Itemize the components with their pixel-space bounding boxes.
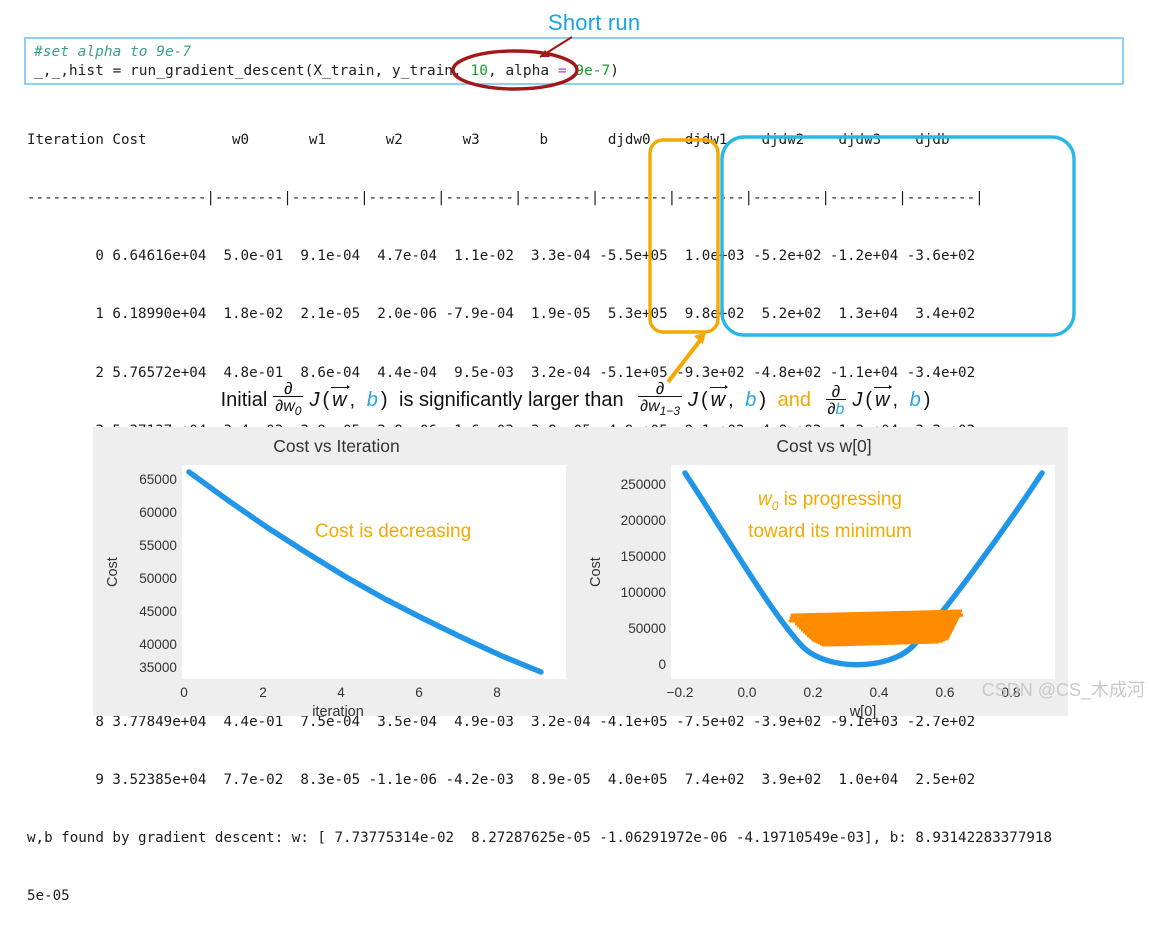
code-alpha-label: , alpha — [487, 63, 558, 79]
paren-open-3: ( — [865, 389, 873, 412]
annotation-row: Initial ∂ ∂w0 J(w, b) is significantly l… — [220, 379, 931, 420]
w0-subscript: 0 — [294, 404, 302, 419]
result-line-1: w,b found by gradient descent: w: [ 7.73… — [27, 830, 1052, 847]
y-tick-left: 40000 — [139, 637, 177, 652]
code-alpha-value: 9e-7 — [566, 63, 611, 79]
note-w0-subscript: 0 — [771, 498, 779, 513]
annotation-lead: Initial — [220, 389, 268, 412]
table-row: 1 6.18990e+04 1.8e-02 2.1e-05 2.0e-06 -7… — [27, 306, 976, 323]
w-vector-3: w — [873, 385, 894, 412]
x-tick-left: 2 — [259, 685, 267, 700]
x-axis-label-right: w[0] — [849, 704, 877, 720]
x-tick-left: 0 — [180, 685, 188, 700]
note-line-1: is progressing — [783, 489, 902, 510]
w0-symbol: w — [283, 398, 295, 415]
table-divider: ---------------------|--------|--------|… — [27, 190, 984, 207]
paren-close-2: ) — [759, 389, 767, 412]
partial-symbol-den: ∂ — [275, 398, 284, 415]
b-symbol-2: b — [745, 389, 757, 412]
y-tick-right: 150000 — [620, 549, 666, 564]
chart-note-right: w0 is progressing toward its minimum — [680, 487, 980, 544]
code-call-suffix: ) — [610, 63, 619, 79]
w-vector-2: w — [709, 385, 729, 412]
code-iterations-value: 10 — [470, 63, 488, 79]
note-line-2: toward its minimum — [748, 520, 912, 542]
chart-title-right: Cost vs w[0] — [776, 436, 872, 456]
code-equals-operator: = — [557, 63, 567, 79]
chart-note-left: Cost is decreasing — [314, 521, 472, 542]
b-symbol-3: b — [909, 389, 921, 412]
y-tick-left: 55000 — [139, 538, 177, 553]
b-symbol: b — [366, 389, 378, 412]
partial-w13-denominator: ∂w1−3 — [638, 396, 682, 420]
x-tick-right: 0.0 — [737, 685, 757, 700]
partial-w0-denominator: ∂w0 — [273, 396, 304, 420]
cost-function-J-3: J — [852, 389, 863, 412]
y-tick-left: 35000 — [139, 660, 177, 675]
partial-symbol-den-2: ∂ — [640, 398, 649, 415]
w13-symbol: w — [648, 398, 660, 415]
x-tick-left: 4 — [337, 685, 345, 700]
x-tick-right: 0.6 — [935, 685, 955, 700]
code-line-comment: #set alpha to 9e-7 — [34, 43, 1114, 62]
y-tick-right: 100000 — [620, 585, 666, 600]
comma-2: , — [728, 389, 734, 412]
partial-w13-fraction: ∂ ∂w1−3 — [638, 379, 682, 420]
code-line-call: _,_,hist = run_gradient_descent(X_train,… — [34, 62, 1114, 81]
y-tick-left: 65000 — [139, 472, 177, 487]
y-tick-left: 60000 — [139, 505, 177, 520]
table-row: 9 3.52385e+04 7.7e-02 8.3e-05 -1.1e-06 -… — [27, 772, 976, 789]
page-title: Short run — [548, 10, 641, 35]
y-tick-left: 45000 — [139, 604, 177, 619]
y-tick-right: 50000 — [628, 621, 666, 636]
comma: , — [349, 389, 356, 412]
chart-cost-vs-w0: Cost vs w[0] Cost 250000 200000 150000 1… — [580, 427, 1068, 720]
plot-area-left — [182, 465, 566, 679]
partial-symbol-2: ∂ — [655, 379, 665, 398]
b-denominator-symbol: b — [835, 400, 845, 418]
annotation-and: and — [777, 389, 811, 412]
code-comment-text: #set alpha to 9e-7 — [34, 44, 192, 60]
partial-symbol-3: ∂ — [831, 381, 841, 401]
table-row: 0 6.64616e+04 5.0e-01 9.1e-04 4.7e-04 1.… — [27, 248, 976, 265]
partial-b-denominator: ∂b — [825, 398, 847, 418]
partial-symbol: ∂ — [284, 379, 293, 398]
gradient-descent-path — [788, 609, 964, 647]
table-header: Iteration Cost w0 w1 w2 w3 b djdw0 djdw1… — [27, 131, 967, 148]
partial-b-fraction: ∂ ∂b — [825, 381, 847, 418]
x-tick-right: 0.4 — [869, 685, 889, 700]
cost-function-J-2: J — [688, 389, 698, 412]
comma-3: , — [892, 389, 899, 412]
x-tick-right: 0.2 — [803, 685, 823, 700]
paren-open: ( — [322, 389, 330, 412]
y-tick-right: 250000 — [620, 477, 666, 492]
paren-close-3: ) — [923, 389, 931, 412]
w-vector: w — [331, 385, 351, 412]
code-cell[interactable]: #set alpha to 9e-7 _,_,hist = run_gradie… — [24, 37, 1124, 85]
x-axis-label-left: iteration — [312, 704, 364, 720]
y-tick-right: 200000 — [620, 513, 666, 528]
y-tick-left: 50000 — [139, 571, 177, 586]
cost-line-series — [186, 469, 544, 675]
partial-w0-fraction: ∂ ∂w0 — [273, 379, 304, 420]
code-call-prefix: _,_,hist = run_gradient_descent(X_train,… — [34, 63, 471, 79]
x-tick-left: 8 — [493, 685, 501, 700]
chart-cost-vs-iteration: Cost vs Iteration Cost 65000 60000 55000… — [93, 427, 580, 720]
chart-title-left: Cost vs Iteration — [273, 436, 400, 456]
paren-close: ) — [380, 389, 388, 412]
matplotlib-figure: Cost vs Iteration Cost 65000 60000 55000… — [93, 427, 1068, 720]
watermark: CSDN @CS_木成河 — [981, 680, 1145, 700]
annotation-middle: is significantly larger than — [399, 389, 624, 412]
x-tick-left: 6 — [415, 685, 423, 700]
gradient-annotation: Initial ∂ ∂w0 J(w, b) is significantly l… — [0, 379, 1151, 420]
x-tick-right: −0.2 — [666, 685, 694, 700]
result-line-2: 5e-05 — [27, 888, 70, 905]
paren-open-2: ( — [701, 389, 708, 412]
cost-curve-svg — [186, 469, 544, 675]
y-tick-right: 0 — [658, 657, 666, 672]
w13-subscript: 1−3 — [659, 404, 680, 419]
cost-function-J: J — [309, 389, 320, 412]
note-w0-symbol: w — [758, 489, 772, 510]
